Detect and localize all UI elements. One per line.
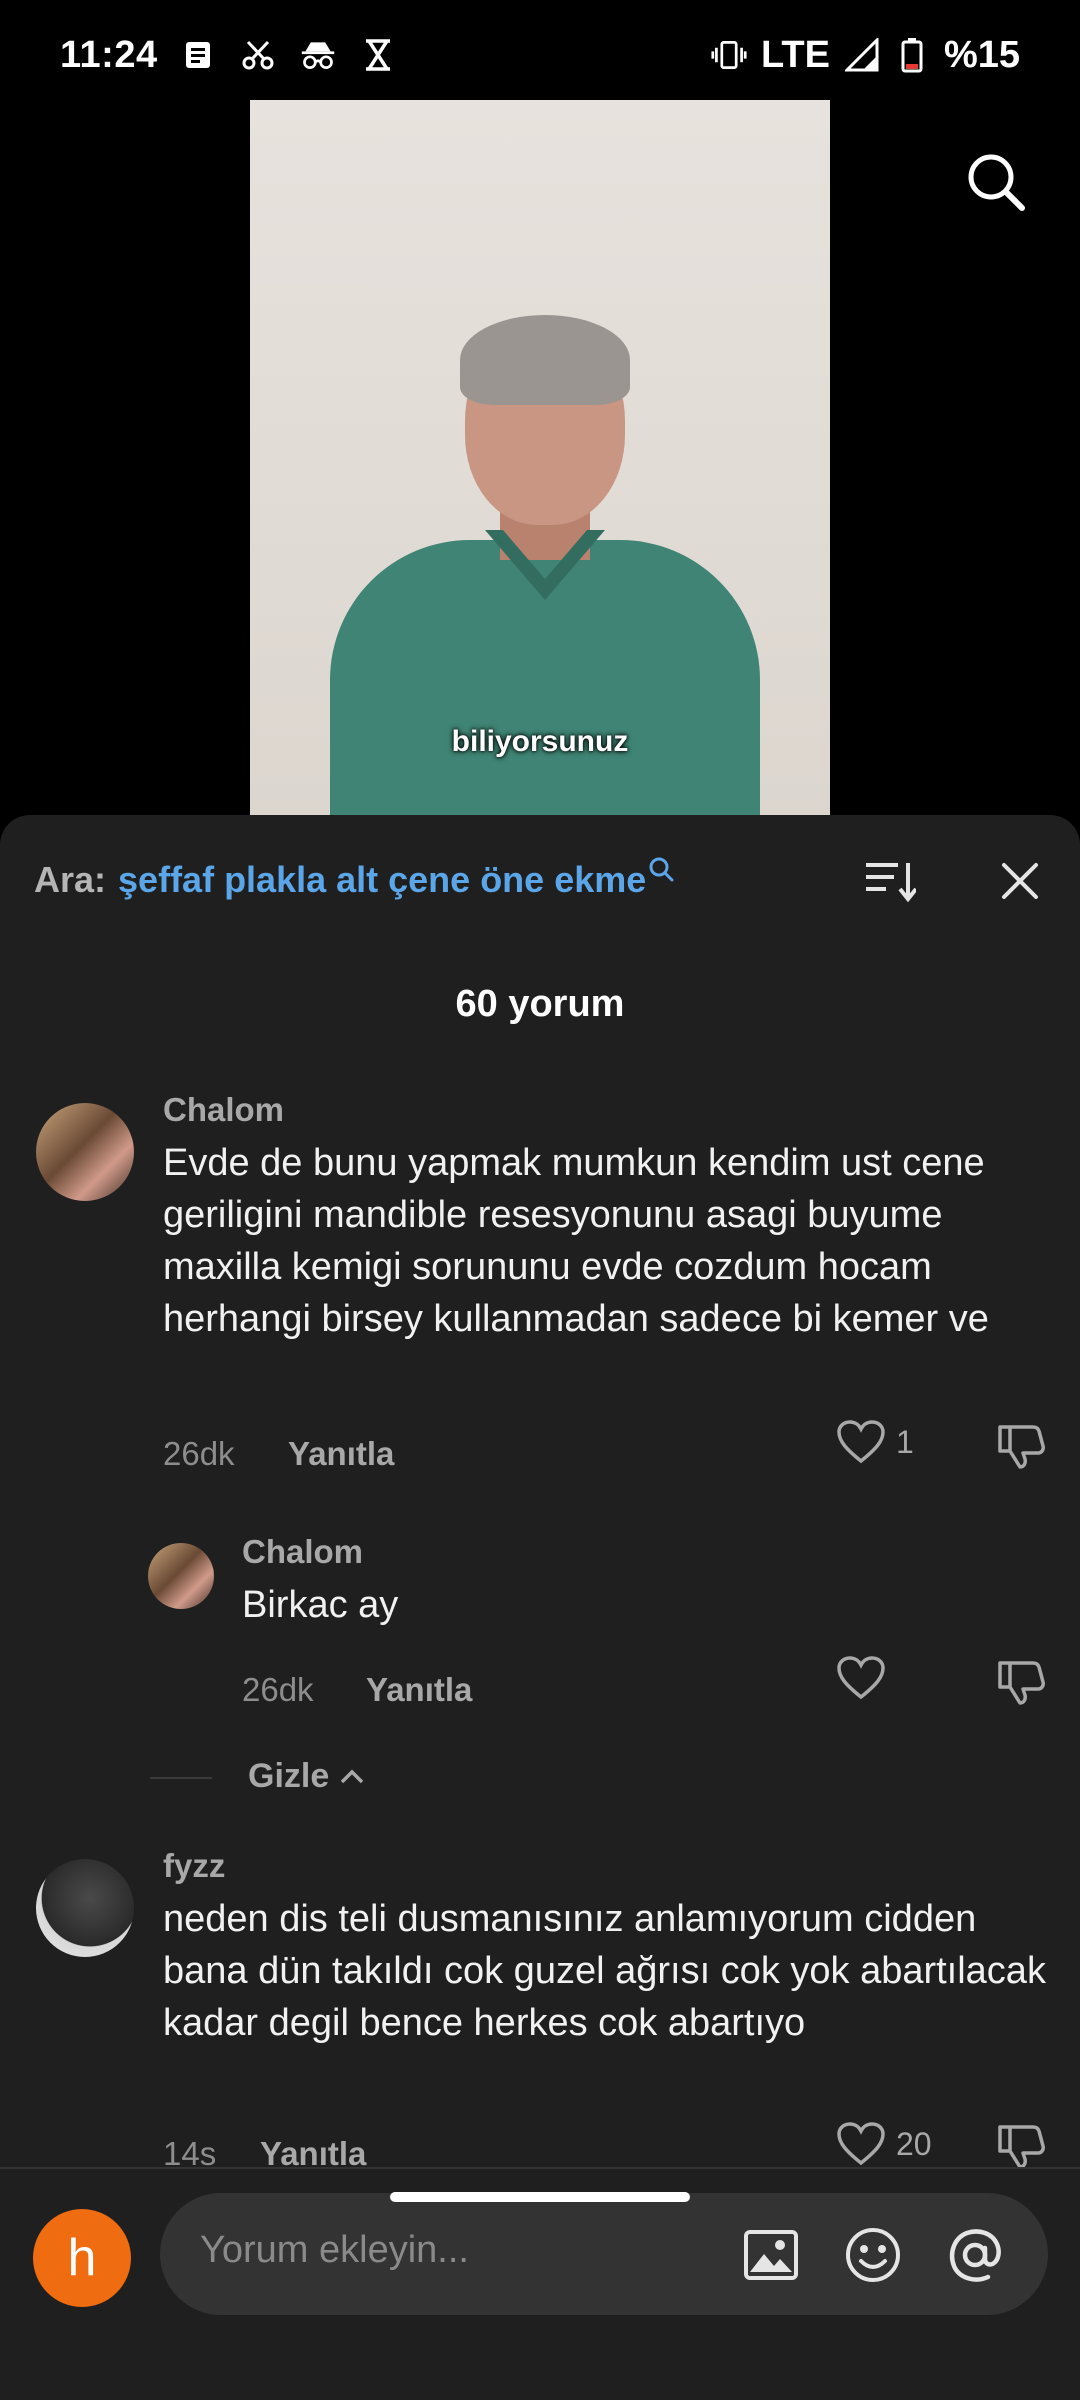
comments-sheet: Ara: şeffaf plakla alt çene öne ekme 60 … [0, 815, 1080, 2400]
dislike-icon[interactable] [996, 2121, 1046, 2171]
comment-input-placeholder: Yorum ekleyin... [200, 2229, 469, 2271]
avatar[interactable] [148, 1543, 214, 1609]
status-left-icons [180, 37, 396, 73]
comment-username[interactable]: Chalom [163, 1091, 284, 1129]
search-label: Ara: [34, 859, 107, 900]
video-player[interactable]: biliyorsunuz [250, 100, 830, 820]
search-small-icon[interactable] [648, 856, 674, 882]
comment-time: 26dk [163, 1435, 235, 1472]
comment-username[interactable]: fyzz [163, 1847, 225, 1885]
emoji-icon[interactable] [844, 2226, 902, 2284]
hourglass-icon [360, 37, 396, 73]
search-query-link[interactable]: şeffaf plakla alt çene öne ekme [118, 859, 646, 901]
comment-username[interactable]: Chalom [242, 1533, 363, 1571]
chevron-up-icon [341, 1769, 364, 1783]
battery-percent: %15 [943, 33, 1020, 76]
avatar[interactable] [36, 1103, 134, 1201]
network-type: LTE [760, 33, 830, 76]
divider [150, 1777, 212, 1779]
status-bar: 11:24 LTE %15 [0, 0, 1080, 110]
comment-input[interactable]: Yorum ekleyin... [160, 2193, 1048, 2315]
battery-icon [894, 37, 930, 73]
status-right: LTE %15 [711, 34, 1020, 77]
like-button[interactable]: 1 [836, 1419, 914, 1465]
scissors-icon [240, 37, 276, 73]
heart-icon [837, 1420, 885, 1464]
close-icon[interactable] [992, 853, 1048, 909]
video-caption: biliyorsunuz [451, 725, 629, 758]
search-header: Ara: şeffaf plakla alt çene öne ekme [0, 815, 1080, 945]
image-icon[interactable] [742, 2226, 800, 2284]
dislike-icon[interactable] [996, 1657, 1046, 1707]
hide-replies-label: Gizle [248, 1757, 330, 1795]
dislike-icon[interactable] [996, 1421, 1046, 1471]
hide-replies-button[interactable]: Gizle [248, 1757, 365, 1796]
comment-text: neden dis teli dusmanısınız anlamıyorum … [163, 1898, 1046, 2044]
reply-button[interactable]: Yanıtla [288, 1435, 394, 1473]
reply-button[interactable]: Yanıtla [366, 1671, 472, 1709]
like-button[interactable]: 20 [836, 2121, 932, 2167]
home-indicator[interactable] [390, 2192, 690, 2202]
incognito-icon [300, 37, 336, 73]
like-count: 1 [896, 1423, 914, 1460]
mention-icon[interactable] [946, 2226, 1004, 2284]
comment-text: Birkac ay [242, 1584, 399, 1626]
search-icon[interactable] [964, 150, 1028, 214]
user-avatar[interactable]: h [33, 2209, 131, 2307]
like-button[interactable] [836, 1655, 886, 1701]
comments-count-title: 60 yorum [455, 983, 625, 1025]
note-icon [180, 37, 216, 73]
video-person-hair [460, 315, 630, 405]
comment-time: 26dk [242, 1671, 314, 1708]
vibrate-icon [711, 37, 747, 73]
comment-text: Evde de bunu yapmak mumkun kendim ust ce… [163, 1142, 989, 1340]
status-time: 11:24 [60, 33, 158, 76]
like-count: 20 [896, 2125, 932, 2162]
sort-icon[interactable] [862, 853, 918, 909]
signal-icon [844, 37, 880, 73]
heart-icon [837, 1656, 885, 1700]
heart-icon [837, 2122, 885, 2166]
avatar[interactable] [36, 1859, 134, 1957]
